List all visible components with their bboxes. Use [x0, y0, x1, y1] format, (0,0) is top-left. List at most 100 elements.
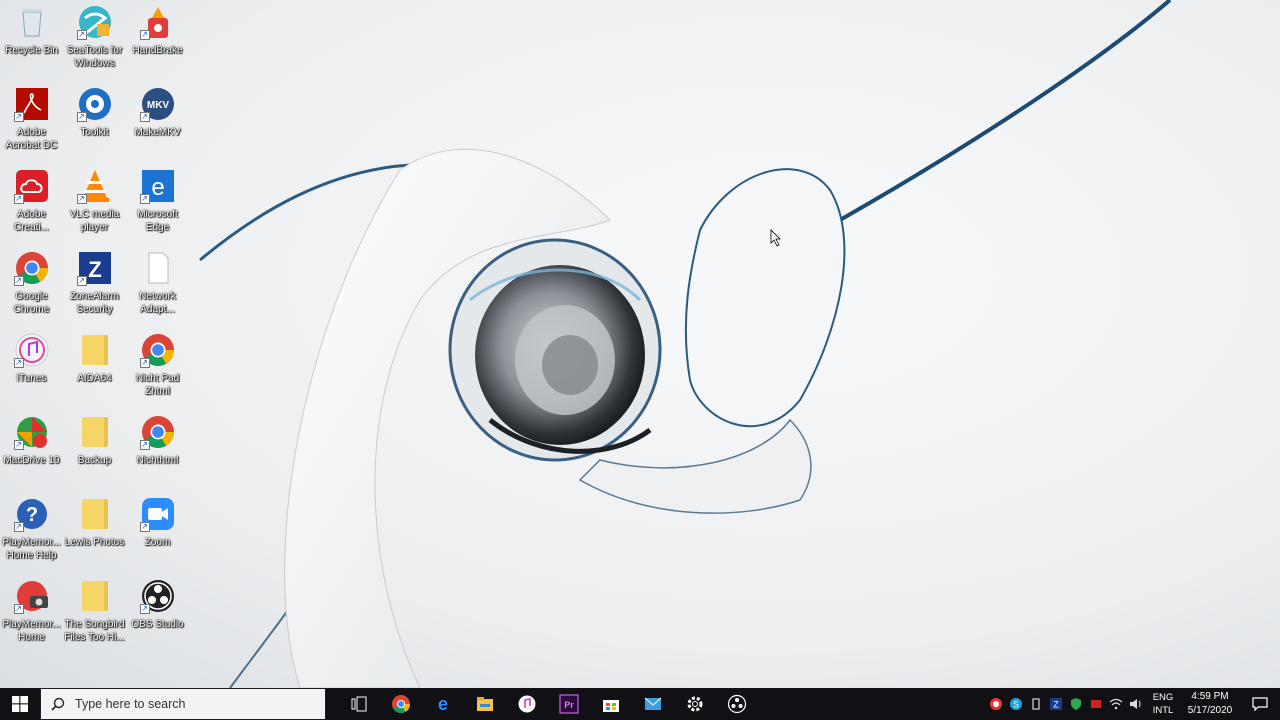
taskbar-app-premiere[interactable]: Pr	[548, 688, 590, 720]
desktop-icon[interactable]: Recycle Bin	[0, 0, 63, 82]
desktop-icon[interactable]: The Songbird Files Too Hi...	[63, 574, 126, 656]
desktop-icon[interactable]: ↗ VLC media player	[63, 164, 126, 246]
taskbar-app-itunes[interactable]	[506, 688, 548, 720]
desktop-icon[interactable]: ↗ MacDrive 10	[0, 410, 63, 492]
desktop-icon[interactable]: ↗ PlayMemor... Home	[0, 574, 63, 656]
desktop-icon-label: Google Chrome	[13, 291, 50, 315]
tray-icon-4[interactable]: Z	[1046, 688, 1066, 720]
tray-icon-8[interactable]	[1126, 688, 1146, 720]
taskbar-pinned-apps: e Pr	[338, 688, 758, 720]
desktop-icon-image: ↗	[139, 496, 176, 532]
shortcut-arrow-icon: ↗	[76, 276, 87, 286]
desktop-icon[interactable]: ↗ Adobe Creati...	[0, 164, 63, 246]
desktop-icon[interactable]: Backup	[63, 410, 126, 492]
store-icon	[603, 700, 619, 712]
desktop-icon-image: ↗	[139, 578, 176, 614]
svg-text:MKV: MKV	[146, 100, 169, 111]
shortcut-arrow-icon: ↗	[76, 30, 87, 40]
file-explorer-icon	[477, 697, 493, 711]
desktop-icon-label: OBS Studio	[131, 619, 184, 630]
action-center-button[interactable]	[1240, 697, 1280, 711]
taskbar-app-file-explorer[interactable]	[464, 688, 506, 720]
tray-icon-3[interactable]	[1026, 688, 1046, 720]
desktop-icon[interactable]: ↗ OBS Studio	[126, 574, 189, 656]
desktop-icon-image: e ↗	[139, 168, 176, 204]
desktop-icon[interactable]: Lewis Photos	[63, 492, 126, 574]
desktop-icon[interactable]: Z ↗ ZoneAlarm Security	[63, 246, 126, 328]
start-button[interactable]	[0, 688, 40, 720]
svg-text:e: e	[151, 174, 164, 201]
taskbar-app-chrome[interactable]	[380, 688, 422, 720]
desktop-icon-image: ↗	[13, 332, 50, 368]
desktop-icon-label: The Songbird Files Too Hi...	[64, 619, 125, 643]
desktop-icon[interactable]: ↗ Nichthtml	[126, 410, 189, 492]
shortcut-arrow-icon: ↗	[13, 112, 24, 122]
tray-icon-2[interactable]: S	[1006, 688, 1026, 720]
taskbar-app-store[interactable]	[590, 688, 632, 720]
desktop-icon[interactable]: ↗ Google Chrome	[0, 246, 63, 328]
desktop-icon-label: Adobe Acrobat DC	[5, 127, 58, 151]
desktop-icon-image: MKV ↗	[139, 86, 176, 122]
zonealarm-icon: Z	[1050, 698, 1062, 710]
taskbar-app-obs[interactable]	[716, 688, 758, 720]
desktop-icon-image	[140, 250, 176, 286]
desktop-icon[interactable]: ↗ Toolkit	[63, 82, 126, 164]
desktop-icon[interactable]: Network Adapt...	[126, 246, 189, 328]
desktop-icon[interactable]: AIDA64	[63, 328, 126, 410]
desktop-icon-label: Backup	[77, 455, 112, 466]
desktop-icon[interactable]: MKV ↗ MakeMKV	[126, 82, 189, 164]
desktop-icon-image: ↗	[13, 86, 50, 122]
desktop-icon[interactable]: ? ↗ PlayMemor... Home Help	[0, 492, 63, 574]
taskbar-app-edge[interactable]: e	[422, 688, 464, 720]
taskbar-search-box[interactable]: Type here to search	[40, 688, 326, 720]
shortcut-arrow-icon: ↗	[13, 358, 24, 368]
folder-icon	[81, 335, 108, 365]
desktop-icon-label: iTunes	[16, 373, 47, 384]
folder-icon	[81, 581, 108, 611]
desktop-icon-image: ? ↗	[13, 496, 50, 532]
desktop-icon-label: ZoneAlarm Security	[70, 291, 119, 315]
desktop-icon[interactable]: ↗ Adobe Acrobat DC	[0, 82, 63, 164]
antivirus-icon	[990, 698, 1002, 710]
shortcut-arrow-icon: ↗	[139, 30, 150, 40]
taskbar: Type here to search e Pr S Z ENG INTL 4:5…	[0, 688, 1280, 720]
taskbar-app-mail[interactable]	[632, 688, 674, 720]
desktop-icon-label: SeaTools for Windows	[66, 45, 123, 69]
shortcut-arrow-icon: ↗	[13, 440, 24, 450]
desktop-icon-image: ↗	[13, 250, 50, 286]
itunes-icon	[518, 695, 536, 713]
desktop-icon-label: Adobe Creati...	[13, 209, 49, 233]
shortcut-arrow-icon: ↗	[13, 194, 24, 204]
desktop-icon-image: Z ↗	[76, 250, 113, 286]
desktop-icon[interactable]: ↗ Zoom	[126, 492, 189, 574]
tray-icon-6[interactable]	[1086, 688, 1106, 720]
input-language-indicator[interactable]: ENG INTL	[1146, 691, 1180, 717]
desktop-icon-label: PlayMemor... Home	[2, 619, 61, 643]
desktop-icon[interactable]: ↗ HandBrake	[126, 0, 189, 82]
shortcut-arrow-icon: ↗	[13, 522, 24, 532]
chrome-icon	[392, 695, 410, 714]
shortcut-arrow-icon: ↗	[139, 358, 150, 368]
tray-icon-1[interactable]	[986, 688, 1006, 720]
shortcut-arrow-icon: ↗	[139, 522, 150, 532]
desktop-icon-image	[77, 332, 113, 368]
desktop-icon[interactable]: e ↗ Microsoft Edge	[126, 164, 189, 246]
desktop-icon[interactable]: ↗ iTunes	[0, 328, 63, 410]
search-icon	[51, 697, 65, 711]
skype-icon: S	[1010, 698, 1022, 710]
taskbar-app-task-view[interactable]	[338, 688, 380, 720]
desktop-icon[interactable]: ↗ SeaTools for Windows	[63, 0, 126, 82]
clock[interactable]: 4:59 PM 5/17/2020	[1180, 690, 1240, 718]
desktop-icon-image: ↗	[139, 414, 176, 450]
tray-icon-7[interactable]	[1106, 688, 1126, 720]
shortcut-arrow-icon: ↗	[139, 194, 150, 204]
desktop-icon[interactable]: ↗ Nicht Pad Zhtml	[126, 328, 189, 410]
taskbar-app-settings[interactable]	[674, 688, 716, 720]
desktop-icon-image: ↗	[13, 578, 50, 614]
tray-icon-5[interactable]	[1066, 688, 1086, 720]
desktop-icon-label: MakeMKV	[134, 127, 181, 138]
shortcut-arrow-icon: ↗	[76, 194, 87, 204]
usb-icon	[1032, 698, 1040, 710]
svg-text:S: S	[1013, 700, 1019, 710]
desktop-icon-grid: Recycle Bin ↗ Adobe Acrobat DC ↗ Adobe Creat…	[0, 0, 189, 656]
